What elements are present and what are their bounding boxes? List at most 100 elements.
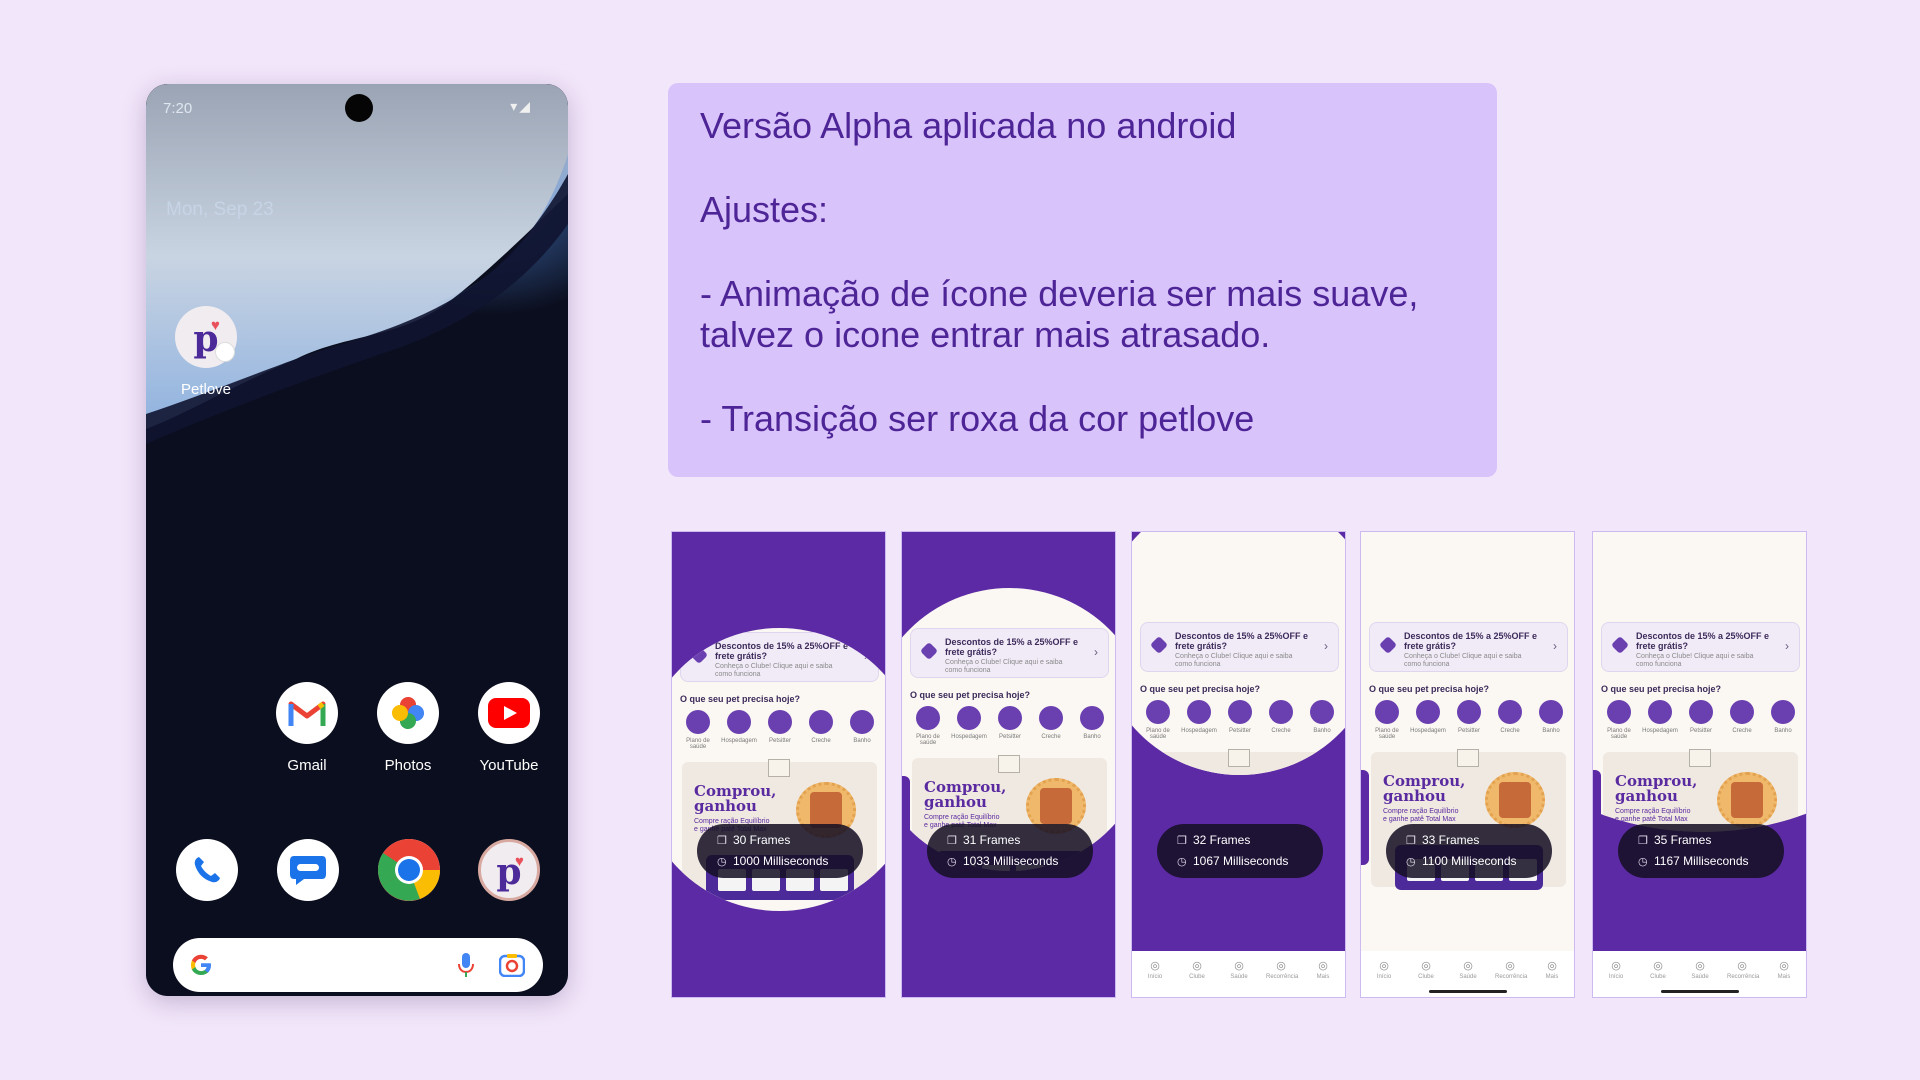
service-label: Petsitter [998, 734, 1021, 740]
google-search-bar[interactable] [173, 938, 543, 992]
app-label-gmail: Gmail [287, 757, 327, 774]
frame-tab[interactable]: ◎ Recorrência [1266, 959, 1299, 980]
chrome-icon [378, 839, 440, 901]
frame-tab[interactable]: ◎ Clube [1643, 959, 1673, 980]
service-icon[interactable] [1269, 700, 1293, 724]
service-label: Hospedagem [951, 734, 987, 740]
service-icon[interactable] [1539, 700, 1563, 724]
frame-tab[interactable]: ◎ Mais [1769, 959, 1799, 980]
side-strip [1361, 770, 1369, 865]
frames-row: ❐ 33 Frames [1406, 833, 1479, 847]
frame-counter-pill: ❐ 31 Frames ◷ 1033 Milliseconds [927, 824, 1093, 878]
frame-promo-card[interactable]: Descontos de 15% a 25%OFF e frete grátis… [1140, 622, 1339, 672]
service-icon[interactable] [1187, 700, 1211, 724]
frames-count: 32 Frames [1193, 833, 1251, 847]
frame-promo-card[interactable]: Descontos de 15% a 25%OFF e frete grátis… [1369, 622, 1568, 672]
frame-tab[interactable]: ◎ Recorrência [1495, 959, 1527, 980]
frame-tab-label: Início [1608, 974, 1624, 980]
animation-frame: Descontos de 15% a 25%OFF e frete grátis… [901, 531, 1116, 998]
photos-app[interactable] [377, 682, 439, 744]
service-icon[interactable] [768, 710, 792, 734]
frames-row: ❐ 35 Frames [1638, 833, 1711, 847]
service-icon[interactable] [1080, 706, 1104, 730]
banner-sub-line-2: e ganhe patê Total Max [1615, 816, 1688, 823]
frames-count: 31 Frames [963, 833, 1021, 847]
frame-tab[interactable]: ◎ Saúde [1453, 959, 1483, 980]
frame-tab-label: Clube [1418, 974, 1434, 980]
dog-outline-icon [1228, 749, 1250, 767]
frame-tab[interactable]: ◎ Início [1601, 959, 1631, 980]
frame-question: O que seu pet precisa hoje? [680, 694, 801, 704]
service-icon[interactable] [1416, 700, 1440, 724]
service-icon[interactable] [809, 710, 833, 734]
frame-tab[interactable]: ◎ Saúde [1685, 959, 1715, 980]
banner-sub-line-1: Compre ração Equilíbrio [1383, 808, 1459, 815]
chevron-right-icon: › [1094, 645, 1098, 659]
date-widget[interactable]: Mon, Sep 23 [166, 199, 274, 221]
chrome-app[interactable] [378, 839, 440, 901]
youtube-app[interactable] [478, 682, 540, 744]
service-icon[interactable] [1607, 700, 1631, 724]
mic-icon[interactable] [457, 952, 475, 978]
side-strip [1593, 770, 1601, 865]
frame-tab[interactable]: ◎ Clube [1182, 959, 1212, 980]
frame-promo-card[interactable]: Descontos de 15% a 25%OFF e frete grátis… [910, 628, 1109, 678]
frame-promo-card[interactable]: Descontos de 15% a 25%OFF e frete grátis… [680, 632, 879, 682]
tab-icon: ◎ [1234, 960, 1244, 972]
service-label: Hospedagem [721, 738, 757, 744]
frames-count: 30 Frames [733, 833, 791, 847]
phone-icon [194, 857, 220, 883]
petlove-app-icon[interactable]: p ♥ [175, 306, 237, 368]
service-icon[interactable] [1310, 700, 1334, 724]
product-image [1040, 788, 1072, 824]
frame-tab-label: Clube [1189, 974, 1205, 980]
service-icon[interactable] [1039, 706, 1063, 730]
service-icon[interactable] [727, 710, 751, 734]
messages-app[interactable] [277, 839, 339, 901]
service-label: Banho [1542, 728, 1560, 734]
gmail-app[interactable] [276, 682, 338, 744]
service-icon[interactable] [998, 706, 1022, 730]
frames-row: ❐ 30 Frames [717, 833, 790, 847]
frame-tab[interactable]: ◎ Início [1140, 959, 1170, 980]
service-icon[interactable] [1146, 700, 1170, 724]
animation-frame: 16:35 ▮◥▭ O que seu pet precisa? ♡ ⛟ ⦿ 0… [1360, 531, 1575, 998]
service-icon[interactable] [1498, 700, 1522, 724]
service-icon[interactable] [1375, 700, 1399, 724]
service-icon[interactable] [686, 710, 710, 734]
petlove-hotseat-app[interactable]: p ♥ [478, 839, 540, 901]
service-icon[interactable] [957, 706, 981, 730]
milliseconds-count: 1167 Milliseconds [1654, 854, 1749, 868]
club-shield-icon [1378, 635, 1398, 655]
circle-reveal: Descontos de 15% a 25%OFF e frete grátis… [1132, 532, 1345, 775]
frames-icon: ❐ [1177, 835, 1187, 847]
service-icon[interactable] [1228, 700, 1252, 724]
frame-tab[interactable]: ◎ Saúde [1224, 959, 1254, 980]
service-label: Hospedagem [1642, 728, 1678, 734]
service-icon[interactable] [1648, 700, 1672, 724]
note-item-1-line-2: talvez o icone entrar mais atrasado. [700, 314, 1271, 355]
home-indicator [1661, 990, 1739, 993]
frame-tab[interactable]: ◎ Mais [1308, 959, 1338, 980]
frame-tab[interactable]: ◎ Recorrência [1727, 959, 1759, 980]
note-heading: Ajustes: [700, 189, 829, 230]
frame-tab[interactable]: ◎ Mais [1537, 959, 1567, 980]
lens-icon[interactable] [499, 953, 525, 977]
ms-row: ◷ 1000 Milliseconds [717, 854, 828, 868]
tab-icon: ◎ [1463, 960, 1473, 972]
service-icon[interactable] [1457, 700, 1481, 724]
service-icon[interactable] [1730, 700, 1754, 724]
frame-tab-label: Recorrência [1266, 974, 1299, 980]
service-icon[interactable] [916, 706, 940, 730]
frame-promo-card[interactable]: Descontos de 15% a 25%OFF e frete grátis… [1601, 622, 1800, 672]
service-icon[interactable] [850, 710, 874, 734]
frame-promo-sub: Conheça o Clube! Clique aqui e saiba com… [945, 659, 1063, 674]
service-label: Hospedagem [1181, 728, 1217, 734]
phone-app[interactable] [176, 839, 238, 901]
frame-tab[interactable]: ◎ Início [1369, 959, 1399, 980]
frame-tab-bar: ◎ Início ◎ Clube ◎ Saúde ◎ Recorrência ◎ Mais [1593, 951, 1806, 997]
service-icon[interactable] [1771, 700, 1795, 724]
service-icon[interactable] [1689, 700, 1713, 724]
frame-tab[interactable]: ◎ Clube [1411, 959, 1441, 980]
service-label: Banho [853, 738, 871, 744]
